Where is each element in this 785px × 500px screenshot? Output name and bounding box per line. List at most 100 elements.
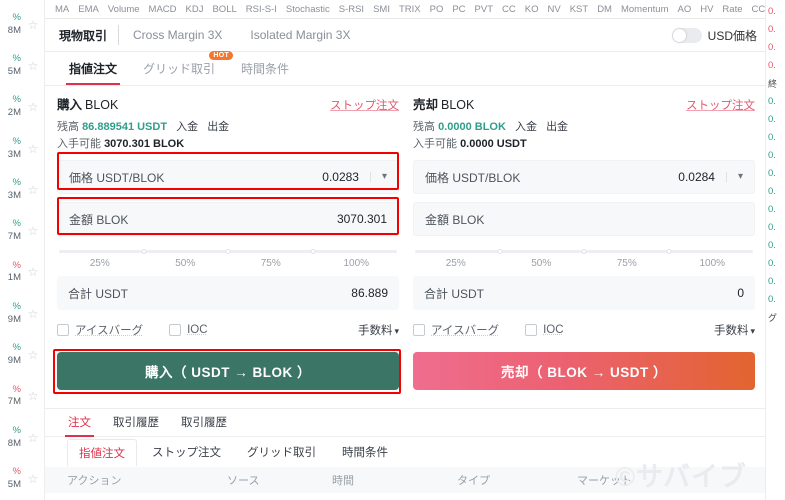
indicator-ko[interactable]: KO	[525, 4, 539, 15]
order-book-ask-row[interactable]: 0.	[766, 57, 785, 75]
buy-slider-node-75[interactable]	[310, 249, 315, 254]
orders-tab-0[interactable]: 注文	[57, 408, 102, 437]
order-book-bid-row[interactable]: 0.	[766, 219, 785, 237]
slider-tick-50[interactable]: 50%	[143, 258, 229, 269]
favorite-star-icon[interactable]: ☆	[22, 18, 44, 32]
indicator-nv[interactable]: NV	[548, 4, 561, 15]
buy-amount-slider[interactable]	[59, 249, 397, 256]
chevron-down-icon[interactable]: ▾	[725, 172, 743, 182]
buy-iceberg-checkbox[interactable]: アイスバーグ	[57, 322, 143, 338]
favorite-star-icon[interactable]: ☆	[22, 183, 44, 197]
favorite-star-icon[interactable]: ☆	[22, 142, 44, 156]
buy-slider-node-25[interactable]	[141, 249, 146, 254]
sell-price-value[interactable]: 0.0284	[678, 170, 715, 184]
favorite-star-icon[interactable]: ☆	[22, 100, 44, 114]
slider-tick-100[interactable]: 100%	[670, 258, 756, 269]
favorite-star-icon[interactable]: ☆	[22, 265, 44, 279]
buy-amount-value[interactable]: 3070.301	[337, 212, 387, 226]
buy-stop-order-link[interactable]: ストップ注文	[330, 97, 399, 113]
indicator-smi[interactable]: SMI	[373, 4, 390, 15]
order-book-bid-row[interactable]: 0.	[766, 129, 785, 147]
indicator-ema[interactable]: EMA	[78, 4, 99, 15]
indicator-pc[interactable]: PC	[452, 4, 465, 15]
sell-amount-field[interactable]: 金額 BLOK	[413, 202, 755, 236]
orders-subtab-1[interactable]: ストップ注文	[141, 439, 232, 465]
sell-amount-slider[interactable]	[415, 249, 753, 256]
sell-iceberg-checkbox[interactable]: アイスバーグ	[413, 322, 499, 338]
indicator-s-rsi[interactable]: S-RSI	[339, 4, 364, 15]
order-book-bid-row[interactable]: 0.	[766, 183, 785, 201]
market-rail-row[interactable]: % 5M ☆	[0, 458, 44, 499]
market-rail-row[interactable]: % 8M ☆	[0, 4, 44, 45]
sell-deposit-link[interactable]: 入金	[515, 121, 537, 133]
market-rail-row[interactable]: % 2M ☆	[0, 87, 44, 128]
market-rail-row[interactable]: % 9M ☆	[0, 334, 44, 375]
orders-tab-1[interactable]: 取引履歴	[102, 408, 170, 437]
indicator-trix[interactable]: TRIX	[399, 4, 421, 15]
buy-ioc-checkbox[interactable]: IOC	[169, 324, 208, 336]
market-tab-cross-margin-3x[interactable]: Cross Margin 3X	[119, 19, 236, 51]
order-tab-2[interactable]: 時間条件	[229, 52, 301, 86]
sell-slider-node-75[interactable]	[666, 249, 671, 254]
usd-price-toggle[interactable]: USD価格	[671, 19, 765, 51]
order-tab-0[interactable]: 指値注文	[57, 52, 129, 86]
sell-slider-node-25[interactable]	[497, 249, 502, 254]
buy-slider-node-50[interactable]	[225, 249, 231, 254]
slider-tick-25[interactable]: 25%	[413, 258, 499, 269]
buy-fee-dropdown[interactable]: 手数料 ▾	[358, 322, 399, 338]
sell-ioc-checkbox[interactable]: IOC	[525, 324, 564, 336]
checkbox-icon[interactable]	[525, 324, 538, 336]
order-tab-1[interactable]: グリッド取引 HOT	[131, 50, 234, 86]
sell-price-field[interactable]: 価格 USDT/BLOK 0.0284 ▾	[413, 160, 755, 194]
market-rail-row[interactable]: % 7M ☆	[0, 210, 44, 251]
indicator-dm[interactable]: DM	[597, 4, 612, 15]
favorite-star-icon[interactable]: ☆	[22, 224, 44, 238]
market-rail-row[interactable]: % 3M ☆	[0, 128, 44, 169]
order-book-bid-row[interactable]: 0.	[766, 255, 785, 273]
market-rail-row[interactable]: % 5M ☆	[0, 45, 44, 86]
checkbox-icon[interactable]	[413, 324, 425, 336]
favorite-star-icon[interactable]: ☆	[22, 431, 44, 445]
sell-submit-button[interactable]: 売却（ BLOK → USDT ）	[413, 352, 755, 390]
toggle-switch-icon[interactable]	[671, 27, 702, 43]
market-rail-row[interactable]: % 8M ☆	[0, 417, 44, 458]
order-book-bid-row[interactable]: 0.	[766, 111, 785, 129]
orders-subtab-2[interactable]: グリッド取引	[236, 439, 327, 465]
favorite-star-icon[interactable]: ☆	[22, 348, 44, 362]
indicator-rsi-s-i[interactable]: RSI-S-I	[246, 4, 277, 15]
order-book-bid-row[interactable]: 0.	[766, 201, 785, 219]
indicator-po[interactable]: PO	[430, 4, 444, 15]
market-rail-row[interactable]: % 9M ☆	[0, 293, 44, 334]
slider-tick-75[interactable]: 75%	[228, 258, 314, 269]
buy-submit-button[interactable]: 購入（ USDT → BLOK ）	[57, 352, 399, 390]
order-book-bid-row[interactable]: 0.	[766, 237, 785, 255]
indicator-kdj[interactable]: KDJ	[186, 4, 204, 15]
market-tab-isolated-margin-3x[interactable]: Isolated Margin 3X	[236, 19, 364, 51]
indicator-volume[interactable]: Volume	[108, 4, 140, 15]
sell-slider-node-50[interactable]	[581, 249, 587, 254]
chevron-down-icon[interactable]: ▾	[394, 326, 399, 336]
orders-subtab-0[interactable]: 指値注文	[67, 438, 137, 466]
chevron-down-icon[interactable]: ▾	[750, 326, 755, 336]
indicator-kst[interactable]: KST	[570, 4, 588, 15]
market-rail-row[interactable]: % 3M ☆	[0, 169, 44, 210]
order-book-bid-row[interactable]: 0.	[766, 147, 785, 165]
indicator-cci[interactable]: CCI	[752, 4, 766, 15]
sell-withdraw-link[interactable]: 出金	[546, 121, 568, 133]
indicator-boll[interactable]: BOLL	[212, 4, 236, 15]
buy-deposit-link[interactable]: 入金	[176, 121, 198, 133]
market-rail-row[interactable]: % 7M ☆	[0, 376, 44, 417]
indicator-ao[interactable]: AO	[677, 4, 691, 15]
orders-tab-2[interactable]: 取引履歴	[170, 408, 238, 437]
buy-amount-field[interactable]: 金額 BLOK 3070.301	[57, 202, 399, 236]
order-book-bid-row[interactable]: 0.	[766, 291, 785, 309]
chevron-down-icon[interactable]: ▾	[369, 172, 387, 182]
orders-subtab-3[interactable]: 時間条件	[331, 439, 399, 465]
order-book-bid-row[interactable]: 0.	[766, 165, 785, 183]
indicator-stochastic[interactable]: Stochastic	[286, 4, 330, 15]
indicator-momentum[interactable]: Momentum	[621, 4, 669, 15]
indicator-cc[interactable]: CC	[502, 4, 516, 15]
order-book-bid-row[interactable]: 0.	[766, 93, 785, 111]
sell-fee-dropdown[interactable]: 手数料 ▾	[714, 322, 755, 338]
favorite-star-icon[interactable]: ☆	[22, 59, 44, 73]
